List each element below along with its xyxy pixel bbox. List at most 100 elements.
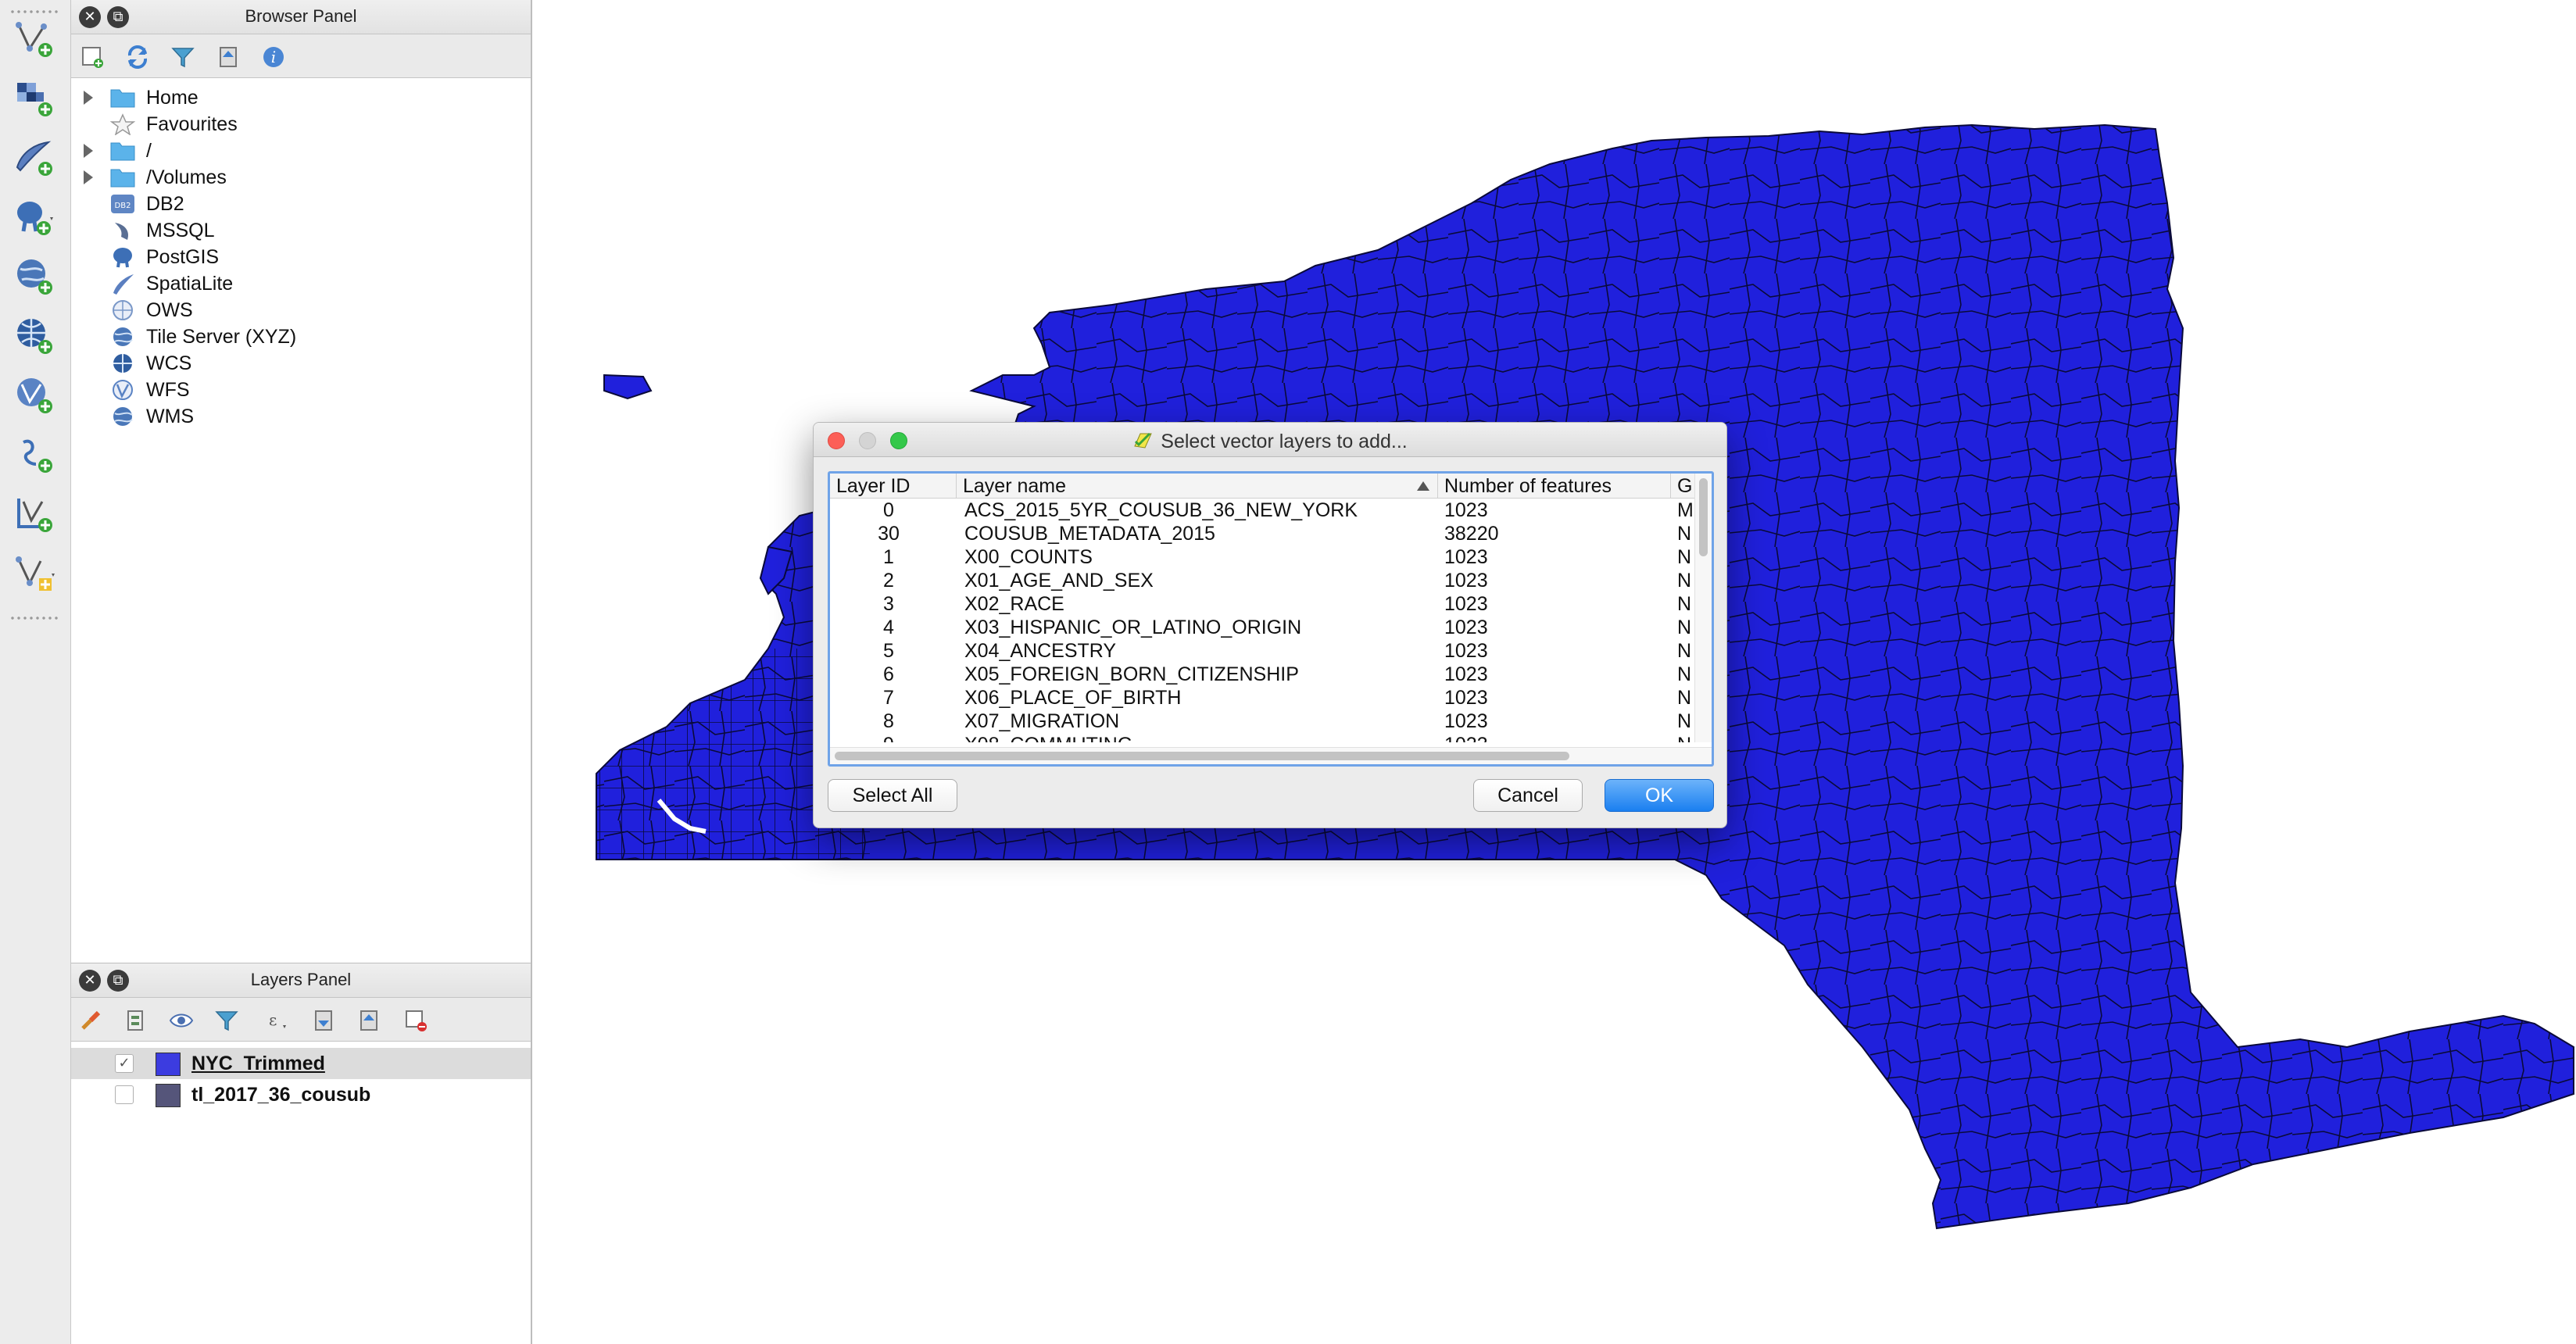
column-header-layer-name[interactable]: Layer name: [957, 474, 1438, 499]
cell-feature-count: 1023: [1444, 640, 1488, 662]
new-shapefile-button[interactable]: [6, 549, 63, 599]
add-wms-layer-button[interactable]: [6, 252, 63, 302]
vertical-scrollbar-thumb[interactable]: [1699, 478, 1708, 556]
column-header-label: Layer name: [963, 475, 1067, 497]
add-vector-layer-button[interactable]: [6, 14, 63, 64]
wfs-icon: [113, 380, 133, 400]
layer-row-nyc-trimmed[interactable]: ✓ NYC_Trimmed: [71, 1048, 531, 1079]
add-virtual-layer-button[interactable]: [6, 489, 63, 539]
tree-item-label: PostGIS: [146, 245, 220, 268]
add-spatialite-layer-icon: [16, 141, 52, 176]
add-postgis-layer-button[interactable]: [6, 192, 63, 242]
cancel-button[interactable]: Cancel: [1473, 779, 1583, 812]
cell-geometry: N: [1677, 617, 1692, 638]
dialog-titlebar[interactable]: Select vector layers to add...: [814, 423, 1726, 457]
toolbar-grip[interactable]: [9, 616, 61, 620]
properties-button[interactable]: i: [260, 44, 287, 70]
tree-item-label: Favourites: [146, 113, 238, 135]
xyz-icon: [113, 327, 133, 346]
layer-name: tl_2017_36_cousub: [191, 1084, 371, 1106]
island-feature: [603, 374, 653, 400]
collapse-all-button[interactable]: [356, 1007, 382, 1034]
remove-layer-button[interactable]: [402, 1007, 429, 1034]
add-spatialite-layer-button[interactable]: [6, 133, 63, 183]
table-row[interactable]: 30 COUSUB_METADATA_2015 38220 N: [830, 522, 1694, 545]
dialog-title-text: Select vector layers to add...: [1161, 431, 1408, 452]
cell-feature-count: 1023: [1444, 687, 1488, 709]
add-group-button[interactable]: [123, 1007, 149, 1034]
cell-geometry: N: [1677, 733, 1694, 742]
cell-layer-id: 3: [883, 593, 894, 615]
table-row[interactable]: 7 X06_PLACE_OF_BIRTH 1023 N: [830, 686, 1694, 710]
table-row[interactable]: 0 ACS_2015_5YR_COUSUB_36_NEW_YORK 1023 M: [830, 499, 1694, 522]
column-header-layer-id[interactable]: Layer ID: [830, 474, 957, 499]
expand-all-button[interactable]: [310, 1007, 337, 1034]
add-raster-layer-button[interactable]: [6, 73, 63, 123]
cell-feature-count: 1023: [1444, 733, 1663, 742]
manage-visibility-button[interactable]: [168, 1007, 195, 1034]
cell-layer-name: X01_AGE_AND_SEX: [964, 570, 1154, 592]
refresh-icon: [127, 45, 148, 69]
table-row[interactable]: 5 X04_ANCESTRY 1023 N: [830, 639, 1694, 663]
svg-text:DB2: DB2: [115, 202, 131, 210]
spatialite-icon: [113, 274, 134, 295]
sort-ascending-icon: [1417, 481, 1429, 491]
table-row[interactable]: 3 X02_RACE 1023 N: [830, 592, 1694, 616]
layers-table[interactable]: Layer ID Layer name Number of features G…: [828, 471, 1714, 767]
cell-layer-name: X08_COMMUTING: [964, 733, 1433, 742]
refresh-button[interactable]: [124, 44, 151, 70]
data-source-toolbar: [0, 0, 71, 1344]
tree-item-label: WMS: [146, 405, 195, 427]
ok-button[interactable]: OK: [1605, 779, 1714, 812]
filter-button[interactable]: [170, 44, 196, 70]
cell-layer-name: X00_COUNTS: [964, 546, 1093, 568]
style-panel-button[interactable]: [77, 1007, 104, 1034]
filter-by-expression-button[interactable]: ε: [265, 1007, 292, 1034]
table-row[interactable]: 2 X01_AGE_AND_SEX 1023 N: [830, 569, 1694, 592]
table-row[interactable]: 4 X03_HISPANIC_OR_LATINO_ORIGIN 1023 N: [830, 616, 1694, 639]
add-raster-layer-icon: [17, 83, 52, 116]
collapse-all-button[interactable]: [215, 44, 242, 70]
cell-layer-id: 9: [830, 733, 947, 742]
add-wcs-layer-button[interactable]: [6, 311, 63, 361]
column-header-number-of-features[interactable]: Number of features: [1438, 474, 1671, 499]
horizontal-scrollbar[interactable]: [830, 747, 1712, 764]
select-all-button[interactable]: Select All: [828, 779, 957, 812]
layer-visibility-checkbox[interactable]: [115, 1085, 134, 1104]
add-delimited-text-button[interactable]: [6, 430, 63, 480]
table-row[interactable]: 6 X05_FOREIGN_BORN_CITIZENSHIP 1023 N: [830, 663, 1694, 686]
tree-item-label: MSSQL: [146, 219, 215, 241]
expand-arrow-icon[interactable]: [84, 91, 93, 105]
horizontal-scrollbar-thumb[interactable]: [835, 752, 1569, 760]
expression-icon: ε: [269, 1010, 286, 1029]
expand-arrow-icon[interactable]: [84, 144, 93, 158]
select-vector-layers-dialog: Select vector layers to add... Layer ID …: [813, 422, 1727, 828]
filter-legend-button[interactable]: [213, 1007, 240, 1034]
table-row[interactable]: 1 X00_COUNTS 1023 N: [830, 545, 1694, 569]
add-wfs-layer-icon: [17, 378, 52, 413]
expand-arrow-icon[interactable]: [84, 170, 93, 184]
table-row[interactable]: 8 X07_MIGRATION 1023 N: [830, 710, 1694, 733]
layer-row-tl-2017-36-cousub[interactable]: tl_2017_36_cousub: [71, 1079, 531, 1110]
cell-geometry: N: [1677, 687, 1692, 709]
table-row[interactable]: 9 X08_COMMUTING 1023 N: [830, 733, 1694, 742]
add-wfs-layer-button[interactable]: [6, 370, 63, 420]
svg-text:i: i: [271, 48, 276, 66]
add-postgis-layer-icon: [17, 202, 53, 235]
cell-layer-name: COUSUB_METADATA_2015: [964, 523, 1215, 545]
layer-color-swatch: [156, 1084, 181, 1107]
tree-item-label: /: [146, 139, 152, 162]
eye-icon: [169, 1013, 194, 1028]
layer-color-swatch: [156, 1053, 181, 1076]
add-selected-layers-button[interactable]: [79, 44, 106, 70]
layer-visibility-checkbox[interactable]: ✓: [115, 1054, 134, 1073]
filter-icon: [171, 48, 195, 68]
tree-item-label: Tile Server (XYZ): [146, 325, 297, 348]
cell-geometry: N: [1677, 710, 1692, 732]
vertical-scrollbar[interactable]: [1694, 474, 1712, 742]
cell-feature-count: 1023: [1444, 593, 1488, 615]
cell-layer-id: 5: [883, 640, 894, 662]
layers-panel-toolbar: ε: [71, 998, 531, 1042]
ows-icon: [113, 300, 133, 320]
add-virtual-layer-icon: [17, 499, 52, 532]
